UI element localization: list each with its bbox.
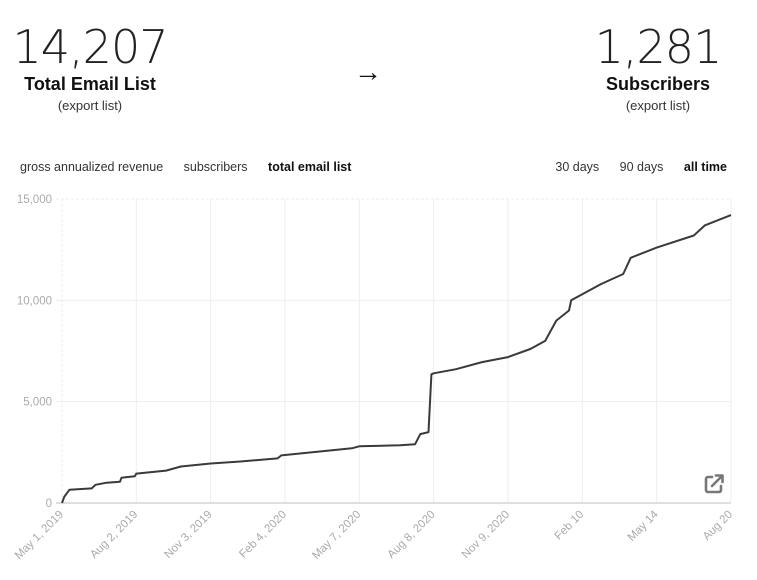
- tab-gross-annualized-revenue[interactable]: gross annualized revenue: [20, 160, 163, 174]
- x-axis-ticks: May 1, 2019 Aug 2, 2019 Nov 3, 2019 Feb 4, …: [13, 508, 735, 562]
- subscribers-label: Subscribers: [605, 74, 711, 94]
- arrow-right-icon: →: [354, 56, 382, 87]
- total-email-list-value: 14,207: [12, 20, 169, 74]
- tab-total-email-list[interactable]: total email list: [268, 160, 351, 174]
- tab-subscribers[interactable]: subscribers: [184, 160, 248, 174]
- external-link-icon[interactable]: [702, 472, 726, 496]
- x-tick-label: Nov 3, 2019: [162, 509, 214, 561]
- grid-lines: [56, 198, 732, 504]
- total-email-list-stat: 14,207 Total Email List (export list): [10, 22, 170, 113]
- range-tabs: 30 days 90 days all time: [538, 160, 727, 174]
- subscribers-stat: 1,281 Subscribers (export list): [578, 22, 738, 113]
- y-axis-ticks: 0 5,000 10,000 15,000: [17, 194, 52, 510]
- x-tick-label: Nov 9, 2020: [460, 509, 512, 561]
- series-line-total-email-list: [61, 214, 732, 504]
- x-tick-label: May 1, 2019: [13, 509, 66, 562]
- tab-all-time[interactable]: all time: [684, 160, 727, 174]
- line-chart: 0 5,000 10,000 15,000 May 1, 2019 Aug 2, 201…: [13, 194, 735, 562]
- x-tick-label: Aug 2, 2019: [88, 509, 140, 561]
- x-tick-label: May 14: [626, 508, 662, 544]
- x-tick-label: Feb 10: [553, 509, 587, 543]
- tab-30-days[interactable]: 30 days: [555, 160, 599, 174]
- y-tick-label: 10,000: [17, 295, 52, 307]
- x-tick-label: Aug 20: [701, 509, 735, 543]
- export-total-list-link[interactable]: (export list): [10, 98, 170, 113]
- series-layer: [61, 214, 732, 504]
- total-email-list-label: Total Email List: [24, 74, 156, 94]
- y-tick-label: 15,000: [17, 194, 52, 206]
- tab-90-days[interactable]: 90 days: [620, 160, 664, 174]
- y-tick-label: 5,000: [23, 397, 52, 409]
- y-tick-label: 0: [46, 498, 52, 510]
- export-subscribers-link[interactable]: (export list): [578, 98, 738, 113]
- x-tick-label: Feb 4, 2020: [237, 509, 289, 561]
- x-tick-label: May 7, 2020: [310, 509, 363, 562]
- subscribers-value: 1,281: [594, 20, 723, 74]
- metric-tabs: gross annualized revenue subscribers tot…: [20, 160, 368, 174]
- x-tick-label: Aug 8, 2020: [385, 509, 437, 561]
